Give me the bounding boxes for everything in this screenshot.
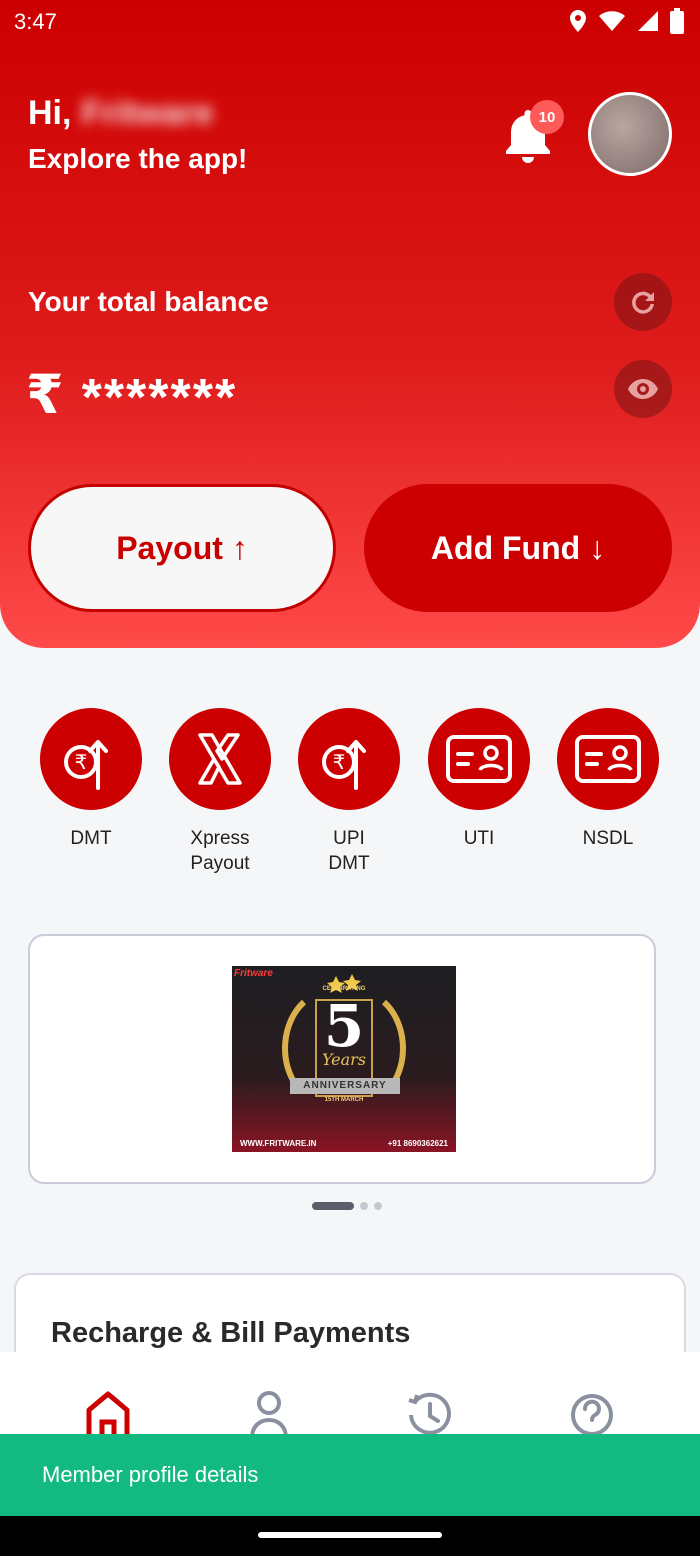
toggle-balance-visibility-button[interactable] [614, 360, 672, 418]
status-time: 3:47 [14, 9, 57, 34]
location-icon [570, 10, 586, 32]
help-icon [571, 1394, 613, 1436]
rupee-transfer-icon: ₹ [64, 740, 108, 790]
nav-help[interactable] [568, 1390, 616, 1436]
refresh-balance-button[interactable] [614, 273, 672, 331]
poster-years: Years [321, 1050, 367, 1069]
id-card-icon [575, 735, 641, 783]
service-label: UTI [463, 828, 495, 849]
poster-date: 15TH MARCH [324, 1097, 364, 1103]
balance-value: ₹ ******* [26, 360, 237, 428]
xpress-payout-icon [198, 733, 242, 785]
user-name: Fritware [81, 94, 214, 132]
greeting-block: Hi, Fritware Explore the app! [28, 94, 247, 175]
add-fund-button[interactable]: Add Fund ↓ [364, 484, 672, 612]
rupee-icon: ₹ [26, 364, 64, 425]
carousel-dot[interactable] [374, 1202, 382, 1210]
service-label: NSDL [582, 828, 634, 849]
carousel-dot[interactable] [360, 1202, 368, 1210]
home-gesture-bar[interactable] [258, 1532, 442, 1538]
rupee-transfer-icon: ₹ [322, 740, 366, 790]
notification-button[interactable]: 10 [502, 100, 564, 166]
anniversary-poster[interactable]: Fritware CELEBRATING 5 Years ANNIVERSARY… [232, 966, 456, 1152]
svg-text:₹: ₹ [333, 750, 346, 774]
balance-label: Your total balance [28, 286, 269, 317]
battery-icon [670, 8, 684, 34]
service-uti[interactable]: UTI [419, 708, 539, 851]
svg-text:₹: ₹ [75, 750, 88, 774]
poster-website: WWW.FRITWARE.IN [240, 1139, 317, 1148]
signal-icon [638, 11, 658, 31]
refresh-icon [632, 291, 654, 314]
service-xpress-payout[interactable]: Xpress Payout [160, 708, 280, 876]
notification-badge: 10 [530, 100, 564, 134]
greeting-text: Hi, [28, 94, 72, 132]
service-label: DMT [70, 828, 112, 849]
carousel-indicator [312, 1202, 382, 1210]
avatar[interactable] [588, 92, 672, 176]
masked-balance: ******* [81, 369, 238, 427]
toast-message: Member profile details [0, 1434, 700, 1516]
status-bar: 3:47 [0, 0, 700, 44]
carousel-dot-active[interactable] [312, 1202, 354, 1210]
system-nav-bar [0, 1516, 700, 1556]
service-upi-dmt[interactable]: ₹ UPI DMT [289, 708, 409, 876]
eye-icon [628, 379, 658, 399]
poster-phone: +91 8690362621 [387, 1139, 448, 1148]
payout-button[interactable]: Payout ↑ [28, 484, 336, 612]
nav-profile[interactable] [245, 1390, 293, 1436]
greeting-subtitle: Explore the app! [28, 143, 248, 174]
poster-ribbon: ANNIVERSARY [290, 1078, 400, 1094]
bottom-nav [0, 1352, 700, 1436]
banner-carousel[interactable]: Fritware CELEBRATING 5 Years ANNIVERSARY… [28, 934, 656, 1184]
service-nsdl[interactable]: NSDL [548, 708, 668, 851]
header: 3:47 Hi, Fritware Explore the app! 10 Yo… [0, 0, 700, 648]
nav-home[interactable] [84, 1390, 132, 1436]
nav-history[interactable] [406, 1390, 454, 1436]
profile-icon [250, 1391, 288, 1436]
services-row: ₹ DMT Xpress Payout ₹ UPI DMT UTI NSDL [0, 708, 700, 888]
home-icon [86, 1391, 130, 1436]
service-label: Xpress Payout [190, 828, 250, 874]
wifi-icon [599, 11, 625, 31]
history-icon [408, 1392, 451, 1435]
service-label: UPI DMT [328, 828, 370, 874]
service-dmt[interactable]: ₹ DMT [31, 708, 151, 851]
id-card-icon [446, 735, 512, 783]
recharge-title: Recharge & Bill Payments [51, 1317, 411, 1349]
